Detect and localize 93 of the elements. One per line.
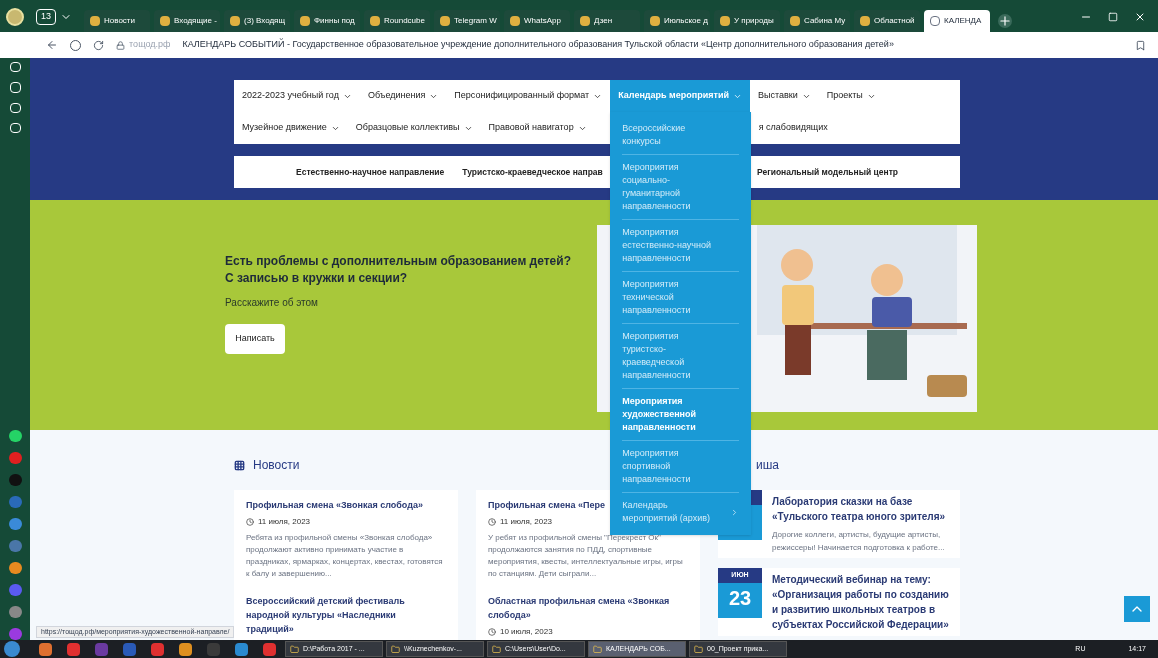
direction-link[interactable]: Естественно-научное направление: [296, 165, 445, 179]
banner-title: С записью в кружки и секции?: [225, 270, 409, 287]
new-tab-icon[interactable]: [998, 14, 1012, 28]
app-icon[interactable]: [8, 628, 22, 641]
close-icon[interactable]: [1134, 11, 1146, 23]
start-button[interactable]: [4, 641, 20, 657]
nav-menu-item[interactable]: Образцовые коллективы: [347, 112, 481, 144]
grid-icon: [234, 459, 245, 471]
event-title[interactable]: Методический вебинар на тему: «Организация работы по созданию и развитию школьных театров в субъектах Российской Федерации»: [772, 572, 952, 632]
clock-icon: [488, 628, 496, 636]
banner-title: Есть проблемы с дополнительным образованием детей?: [225, 253, 572, 270]
news-date: 10 июля, 2023: [500, 626, 553, 638]
folder-icon: [694, 644, 703, 654]
reload-icon[interactable]: [93, 39, 104, 51]
browser-tab[interactable]: Roundcube: [364, 10, 430, 32]
browser-tab[interactable]: Финны под: [294, 10, 360, 32]
section-heading: иша: [755, 457, 780, 474]
nav-menu-item[interactable]: Проекты: [818, 80, 884, 112]
event-excerpt: Дорогие коллеги, артисты, будущие артисты, режиссеры! Начинается подготовка к работе...: [772, 529, 946, 554]
folder-icon: [290, 644, 299, 654]
write-button[interactable]: Написать: [225, 324, 285, 354]
browser-logo-icon: [6, 8, 24, 26]
browser-tab[interactable]: У природы: [714, 10, 780, 32]
browser-tab[interactable]: Новости: [84, 10, 150, 32]
favicon-icon: [370, 16, 380, 26]
browser-tab[interactable]: КАЛЕНДА: [924, 10, 990, 32]
app-icon[interactable]: [8, 430, 22, 443]
sidebar-icon[interactable]: [9, 102, 21, 113]
favicon-icon: [720, 16, 730, 26]
nav-menu-item[interactable]: я слабовидящих: [750, 112, 836, 144]
nav-menu-item[interactable]: Выставки: [749, 80, 819, 112]
sidebar-icon[interactable]: [9, 122, 21, 134]
folder-icon: [492, 644, 501, 654]
news-excerpt: Ребята из профильной смены «Звонкая слобода» продолжают активно принимать участие в праздниках, ярмарках, концертах, квестах, готовятся к балу и завершению...: [246, 532, 444, 580]
app-icon[interactable]: [8, 540, 22, 553]
taskbar-app-icon[interactable]: [67, 642, 80, 656]
app-icon[interactable]: [8, 606, 22, 619]
browser-tab[interactable]: Входящие -: [154, 10, 220, 32]
browser-tab[interactable]: Дзен: [574, 10, 640, 32]
folder-icon: [593, 644, 602, 654]
banner-subtitle: Расскажите об этом: [225, 296, 319, 310]
nav-menu-item[interactable]: Персонифицированный формат: [446, 80, 611, 112]
nav-menu-item[interactable]: Правовой навигатор: [480, 112, 595, 144]
app-icon[interactable]: [8, 518, 22, 531]
clock-icon: [246, 518, 254, 526]
taskbar-app-icon[interactable]: [39, 642, 52, 656]
news-title[interactable]: Областная профильная смена «Звонкая слобода»: [488, 594, 688, 622]
news-title[interactable]: Всероссийский детский фестиваль народной культуры «Наследники традиций»: [246, 594, 446, 636]
folder-icon: [391, 644, 400, 654]
event-day: 23: [728, 583, 752, 613]
back-icon[interactable]: [46, 39, 58, 51]
nav-menu-item[interactable]: 2022-2023 учебный год: [234, 80, 360, 112]
nav-menu-item[interactable]: Музейное движение: [234, 112, 348, 144]
favicon-icon: [650, 16, 660, 26]
favicon-icon: [580, 16, 590, 26]
browser-tab[interactable]: Областной: [854, 10, 920, 32]
browser-tab[interactable]: Telegram W: [434, 10, 500, 32]
clock-icon: [488, 518, 496, 526]
nav-menu-item[interactable]: Объединения: [359, 80, 447, 112]
favicon-icon: [930, 16, 940, 26]
taskbar-app-icon[interactable]: [263, 642, 276, 656]
app-icon[interactable]: [8, 562, 22, 575]
event-title[interactable]: Лаборатория сказки на базе «Тульского театра юного зрителя»: [772, 494, 952, 524]
favicon-icon: [160, 16, 170, 26]
favicon-icon: [790, 16, 800, 26]
sidebar-icon[interactable]: [9, 82, 21, 93]
favicon-icon: [440, 16, 450, 26]
taskbar-app-icon[interactable]: [179, 642, 192, 656]
favicon-icon: [300, 16, 310, 26]
taskbar-app-icon[interactable]: [151, 642, 164, 656]
section-heading: Новости: [253, 457, 300, 474]
favicon-icon: [230, 16, 240, 26]
favicon-icon: [510, 16, 520, 26]
news-date: 11 июля, 2023: [258, 516, 311, 528]
direction-link[interactable]: Туристско-краеведческое направ: [462, 165, 603, 179]
browser-tab[interactable]: (3) Входящ: [224, 10, 290, 32]
browser-tab[interactable]: Июльское д: [644, 10, 710, 32]
page-title: КАЛЕНДАРЬ СОБЫТИЙ - Государственное образовательное учреждение дополнительного образования Тульской области «Центр дополнительного образования детей»: [182, 38, 894, 52]
lock-icon: [116, 40, 125, 50]
favicon-icon: [860, 16, 870, 26]
news-excerpt: У ребят из профильной смены "Перекрест Ок" продолжаются занятия по ПДД, спортивные мероприятия, квесты, интеллектуальные игры, игры по станциям. Дети сыграли...: [488, 532, 684, 580]
tab-count[interactable]: 13: [36, 9, 56, 25]
sidebar-icon[interactable]: [9, 62, 21, 73]
direction-link[interactable]: Региональный модельный центр: [756, 165, 898, 179]
favicon-icon: [90, 16, 100, 26]
news-title[interactable]: Профильная смена «Звонкая слобода»: [246, 498, 446, 512]
news-date: 11 июля, 2023: [500, 516, 553, 528]
browser-tab[interactable]: WhatsApp: [504, 10, 570, 32]
bookmark-icon[interactable]: [1135, 39, 1146, 51]
restore-icon[interactable]: [1108, 12, 1118, 22]
browser-tab[interactable]: Сабина Му: [784, 10, 850, 32]
app-icon[interactable]: [8, 452, 22, 465]
taskbar-app-icon[interactable]: [235, 642, 248, 656]
